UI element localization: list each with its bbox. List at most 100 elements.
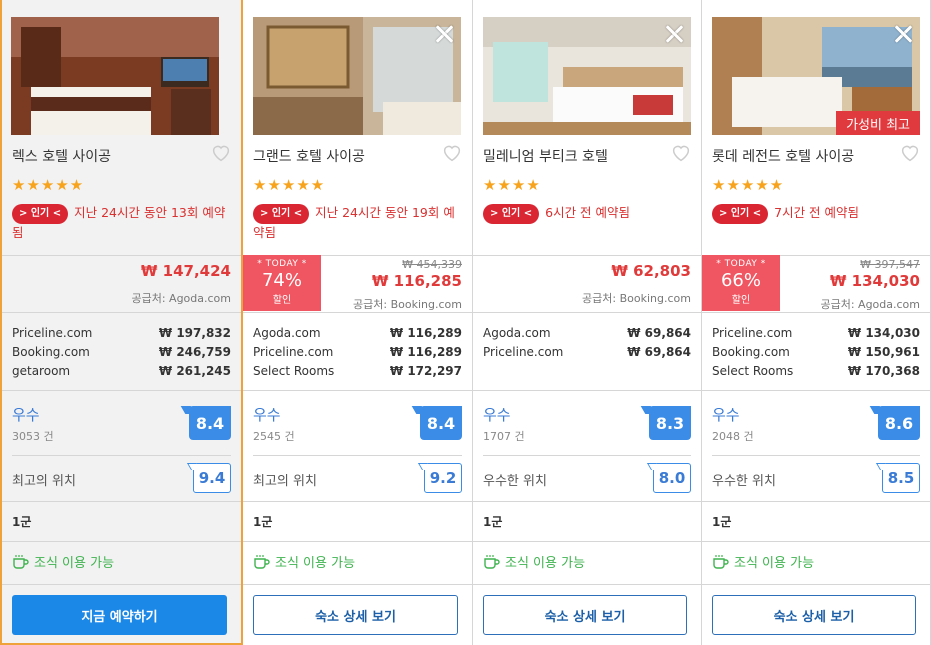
review-count: 2048 건: [712, 430, 754, 443]
heart-icon[interactable]: [442, 144, 462, 162]
heart-icon[interactable]: [211, 144, 231, 162]
divider: [12, 455, 231, 456]
divider: [2, 312, 241, 313]
supplier: 공급처: Booking.com: [353, 298, 462, 311]
location-text: 우수한 위치: [483, 474, 547, 489]
vendor-list: Agoda.com ₩ 116,289 Priceline.com ₩ 116,28…: [253, 324, 462, 381]
vendor-row[interactable]: Agoda.com ₩ 69,864: [483, 324, 691, 343]
vendor-name: Priceline.com: [12, 326, 93, 340]
divider: [473, 501, 701, 502]
hotel-name[interactable]: 그랜드 호텔 사이공: [253, 146, 365, 166]
vendor-name: Booking.com: [12, 345, 90, 359]
best-price[interactable]: ₩ 116,285: [372, 272, 462, 290]
view-details-button[interactable]: 숙소 상세 보기: [253, 595, 458, 635]
hotel-name[interactable]: 밀레니엄 부티크 호텔: [483, 146, 608, 166]
vendor-row[interactable]: Priceline.com ₩ 116,289: [253, 343, 462, 362]
star-rating: ★★★★★: [12, 176, 85, 194]
vendor-price: ₩ 150,961: [847, 345, 920, 359]
divider: [2, 255, 241, 256]
breakfast-label: 조식 이용 가능: [734, 556, 815, 571]
location-text: 최고의 위치: [12, 474, 76, 489]
vendor-name: Priceline.com: [483, 345, 564, 359]
old-price: ₩ 454,339: [402, 258, 462, 271]
hotel-card-lotte: 가성비 최고 롯데 레전드 호텔 사이공 ★★★★★ > 인기 < 7시간 전 예…: [702, 0, 931, 645]
vendor-name: getaroom: [12, 364, 71, 378]
vendor-list: Priceline.com ₩ 197,832 Booking.com ₩ 246,…: [12, 324, 231, 381]
divider: [243, 501, 472, 502]
hotel-name[interactable]: 렉스 호텔 사이공: [12, 146, 111, 166]
breakfast-info: 조식 이용 가능: [253, 552, 355, 571]
star-rating: ★★★★: [483, 176, 541, 194]
hotel-comparison-grid: 렉스 호텔 사이공 ★★★★★ > 인기 < 지난 24시간 동안 13회 예약됨…: [0, 0, 931, 645]
divider: [2, 501, 241, 502]
discount-percent: 74%: [261, 270, 302, 291]
vendor-row[interactable]: Booking.com ₩ 246,759: [12, 343, 231, 362]
divider: [702, 584, 930, 585]
location-score: 9.2: [424, 463, 462, 493]
view-details-button[interactable]: 숙소 상세 보기: [483, 595, 687, 635]
review-count: 2545 건: [253, 430, 295, 443]
breakfast-info: 조식 이용 가능: [483, 552, 585, 571]
star-rating: ★★★★★: [712, 176, 785, 194]
hotel-photo[interactable]: 가성비 최고: [712, 17, 920, 135]
divider: [702, 390, 930, 391]
hotel-photo[interactable]: [11, 17, 219, 135]
popularity-notice: > 인기 < 지난 24시간 동안 19회 예약됨: [253, 204, 462, 242]
coffee-cup-icon: [713, 554, 729, 569]
close-icon[interactable]: [433, 23, 455, 45]
vendor-price: ₩ 246,759: [158, 345, 231, 359]
divider: [243, 584, 472, 585]
popular-text: 6시간 전 예약됨: [545, 205, 631, 220]
close-icon[interactable]: [663, 23, 685, 45]
breakfast-label: 조식 이용 가능: [34, 556, 115, 571]
divider: [702, 312, 930, 313]
best-price[interactable]: ₩ 62,803: [611, 262, 691, 280]
old-price: ₩ 397,547: [860, 258, 920, 271]
breakfast-info: 조식 이용 가능: [12, 552, 114, 571]
vendor-row[interactable]: Priceline.com ₩ 197,832: [12, 324, 231, 343]
popularity-notice: > 인기 < 6시간 전 예약됨: [483, 204, 691, 224]
best-price[interactable]: ₩ 134,030: [830, 272, 920, 290]
breakfast-label: 조식 이용 가능: [275, 556, 356, 571]
vendor-price: ₩ 69,864: [627, 345, 691, 359]
breakfast-info: 조식 이용 가능: [712, 552, 814, 571]
vendor-price: ₩ 69,864: [627, 326, 691, 340]
vendor-name: Select Rooms: [253, 364, 335, 378]
book-now-button[interactable]: 지금 예약하기: [12, 595, 227, 635]
supplier: 공급처: Booking.com: [582, 292, 691, 305]
rating-word: 우수: [712, 406, 740, 424]
hotel-photo[interactable]: [253, 17, 461, 135]
today-label: * TODAY *: [716, 259, 766, 269]
heart-icon[interactable]: [671, 144, 691, 162]
hotel-card-millennium: 밀레니엄 부티크 호텔 ★★★★ > 인기 < 6시간 전 예약됨 ₩ 62,80…: [473, 0, 702, 645]
popular-badge: > 인기 <: [712, 204, 769, 224]
close-icon[interactable]: [892, 23, 914, 45]
location-score: 8.5: [882, 463, 920, 493]
vendor-name: Booking.com: [712, 345, 790, 359]
popular-text: 7시간 전 예약됨: [774, 205, 860, 220]
rating-word: 우수: [483, 406, 511, 424]
heart-icon[interactable]: [900, 144, 920, 162]
vendor-row[interactable]: getaroom ₩ 261,245: [12, 362, 231, 381]
vendor-row[interactable]: Booking.com ₩ 150,961: [712, 343, 920, 362]
vendor-row[interactable]: Select Rooms ₩ 170,368: [712, 362, 920, 381]
hotel-photo[interactable]: [483, 17, 691, 135]
location-score: 9.4: [193, 463, 231, 493]
vendor-name: Priceline.com: [253, 345, 334, 359]
hotel-name[interactable]: 롯데 레전드 호텔 사이공: [712, 146, 854, 166]
review-score: 8.6: [878, 406, 920, 440]
best-price[interactable]: ₩ 147,424: [141, 262, 231, 280]
vendor-row[interactable]: Priceline.com ₩ 134,030: [712, 324, 920, 343]
vendor-list: Priceline.com ₩ 134,030 Booking.com ₩ 150,…: [712, 324, 920, 381]
vendor-row[interactable]: Agoda.com ₩ 116,289: [253, 324, 462, 343]
vendor-row[interactable]: Select Rooms ₩ 172,297: [253, 362, 462, 381]
divider: [2, 390, 241, 391]
view-details-button[interactable]: 숙소 상세 보기: [712, 595, 916, 635]
vendor-price: ₩ 134,030: [847, 326, 920, 340]
location-text: 우수한 위치: [712, 474, 776, 489]
star-rating: ★★★★★: [253, 176, 326, 194]
divider: [712, 455, 920, 456]
vendor-price: ₩ 172,297: [389, 364, 462, 378]
vendor-row[interactable]: Priceline.com ₩ 69,864: [483, 343, 691, 362]
vendor-price: ₩ 116,289: [389, 326, 462, 340]
